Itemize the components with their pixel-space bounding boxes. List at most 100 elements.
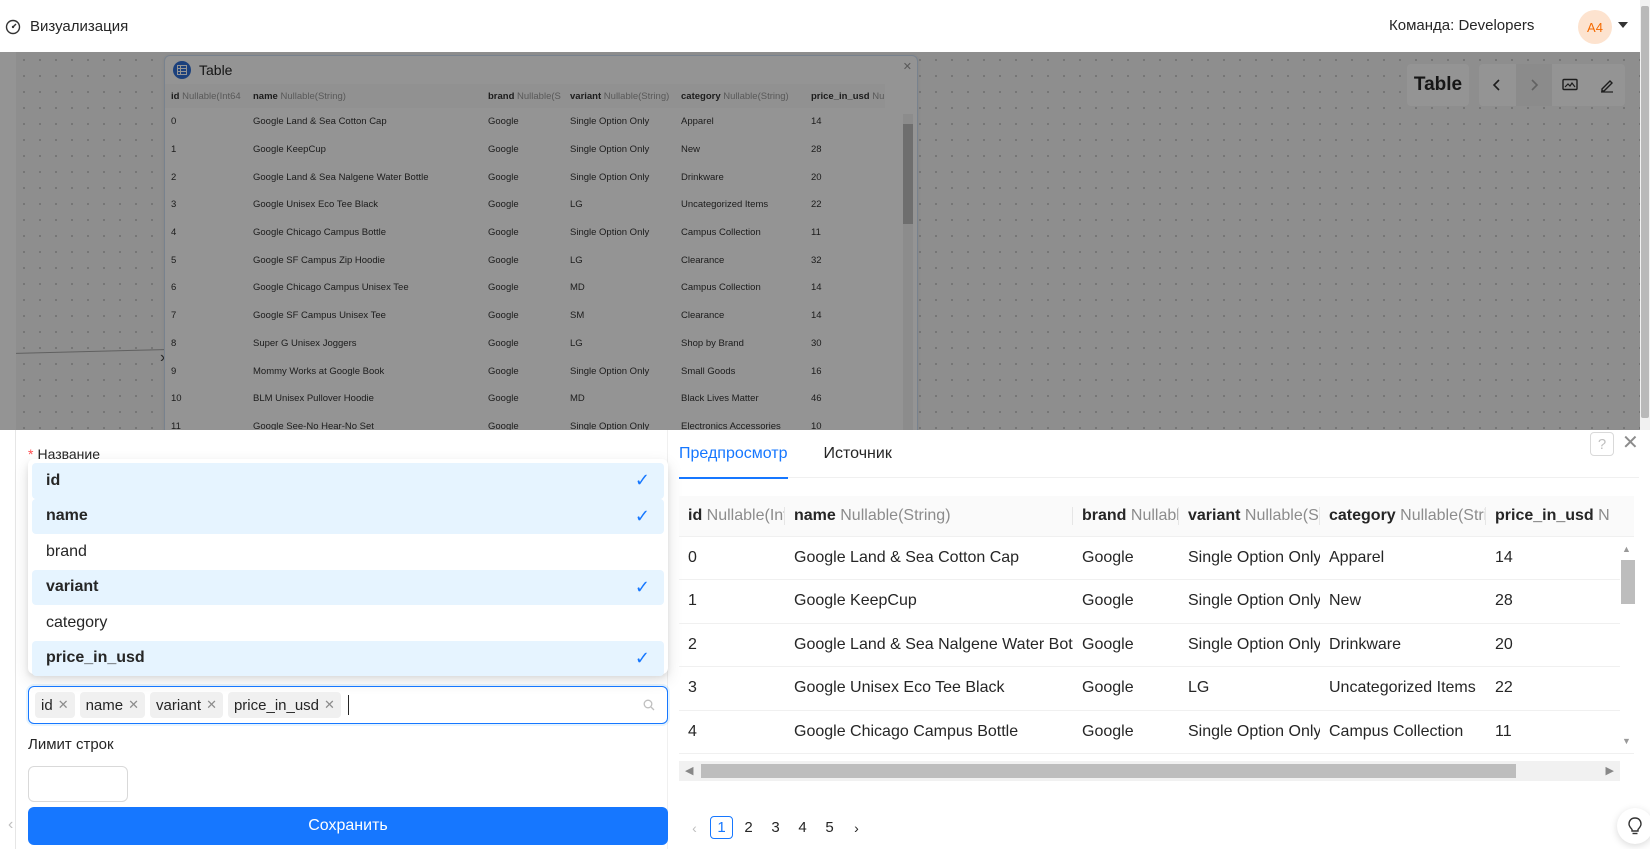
column-name: brand [1082,506,1127,524]
caret-down-icon[interactable] [1618,22,1628,28]
column-option[interactable]: category [32,605,664,641]
table-cell: Google KeepCup [785,579,1073,624]
column-option[interactable]: variant ✓ [32,569,664,605]
avatar[interactable]: A4 [1578,10,1612,44]
option-label: name [46,507,88,525]
table-cell: Google [1073,579,1179,624]
option-label: id [46,471,61,489]
collapse-left-icon[interactable]: ‹ [8,816,13,834]
table-cell: Uncategorized Items [1320,666,1486,711]
scroll-up-icon[interactable]: ▲ [1622,544,1631,554]
column-name: name [794,506,836,524]
column-header: name Nullable(String) [785,496,1073,537]
column-option[interactable]: brand [32,534,664,570]
preview-hscroll-thumb[interactable] [701,764,1516,778]
app-brand[interactable]: Визуализация [5,18,128,35]
save-button[interactable]: Сохранить [28,807,668,845]
table-row: 2 Google Land & Sea Nalgene Water Bottle G… [679,623,1634,667]
selected-column-tag: variant ✕ [150,692,223,718]
page-4[interactable]: 4 [791,816,814,839]
settings-drawer: * Название id ✓ name ✓ brand variant ✓ category p… [16,430,1650,849]
tab-1[interactable]: Источник [824,430,892,478]
column-option[interactable]: id ✓ [32,463,664,499]
preview-table: id Nullable(Int name Nullable(String) bran… [679,496,1634,754]
tag-label: id [41,696,53,714]
column-header: brand Nullable [1073,496,1179,537]
help-icon[interactable]: ? [1590,432,1614,456]
table-cell: 1 [679,579,785,624]
table-cell: New [1320,579,1486,624]
table-cell: Google Land & Sea Cotton Cap [785,536,1073,580]
preview-tabs: Предпросмотр Источник [679,430,1639,479]
page-3[interactable]: 3 [764,816,787,839]
preview-horizontal-scrollbar[interactable]: ◀ ▶ [679,761,1620,781]
table-cell: 22 [1486,666,1634,711]
preview-vscroll-thumb[interactable] [1621,560,1635,604]
selected-column-tag: id ✕ [35,692,75,718]
preview-vertical-scrollbar[interactable]: ▲ ▼ [1620,540,1636,748]
modal-mask[interactable] [0,52,1650,430]
selected-column-tag: name ✕ [79,692,146,718]
tag-label: variant [156,696,202,714]
search-icon [643,698,655,714]
row-limit-input[interactable] [28,766,128,802]
column-header: price_in_usd N [1486,496,1634,537]
preview-table-wrapper: id Nullable(Int name Nullable(String) bran… [679,496,1634,784]
option-label: category [46,613,108,631]
column-name: id [688,506,703,524]
tag-label: price_in_usd [233,696,320,714]
table-row: 4 Google Chicago Campus Bottle Google Singl… [679,710,1634,754]
close-icon[interactable]: ✕ [1622,430,1639,455]
table-cell: Single Option Only [1179,579,1320,624]
column-type: Nullable(Int [706,506,785,524]
table-cell: 2 [679,623,785,667]
table-cell: Google [1073,710,1179,754]
table-cell: Campus Collection [1320,710,1486,754]
column-header: id Nullable(Int [679,496,785,537]
check-icon: ✓ [634,647,650,668]
table-cell: 20 [1486,623,1634,667]
column-type: Nullable(String) [840,506,951,524]
table-cell: Google [1073,623,1179,667]
table-cell: Drinkware [1320,623,1486,667]
column-option[interactable]: name ✓ [32,498,664,534]
remove-tag-icon[interactable]: ✕ [128,697,139,713]
page-2[interactable]: 2 [737,816,760,839]
remove-tag-icon[interactable]: ✕ [206,697,217,713]
column-header: variant Nullable(Stri [1179,496,1320,537]
table-cell: Google [1073,536,1179,580]
app-title: Визуализация [30,18,129,35]
table-cell: Google Unisex Eco Tee Black [785,666,1073,711]
next-page-icon[interactable]: › [845,816,868,839]
remove-tag-icon[interactable]: ✕ [324,697,335,713]
column-type: Nullable [1130,506,1179,524]
selected-column-tag: price_in_usd ✕ [227,692,341,718]
table-cell: LG [1179,666,1320,711]
check-icon: ✓ [634,576,650,597]
tab-0[interactable]: Предпросмотр [679,430,788,479]
scroll-right-icon[interactable]: ▶ [1606,764,1614,777]
prev-page-icon[interactable]: ‹ [683,816,706,839]
text-cursor [347,695,349,715]
table-row: 0 Google Land & Sea Cotton Cap Google Singl… [679,536,1634,580]
column-type: Nullable(Stri [1244,506,1320,524]
page-scroll-thumb[interactable] [1641,6,1649,418]
columns-select[interactable]: id ✕ name ✕ variant ✕ price_in_usd ✕ [28,686,668,724]
top-bar: Визуализация Команда: Developers A4 [0,0,1650,52]
scroll-left-icon[interactable]: ◀ [685,764,693,777]
table-row: 1 Google KeepCup Google Single Option Only N… [679,579,1634,624]
remove-tag-icon[interactable]: ✕ [58,697,69,713]
table-cell: 14 [1486,536,1634,580]
team-selector[interactable]: Команда: Developers [1389,17,1534,34]
preview-panel: Предпросмотр Источник ? ✕ id Nullable(Int… [669,430,1650,849]
table-cell: Google [1073,666,1179,711]
page-scrollbar[interactable] [1640,0,1650,430]
scroll-down-icon[interactable]: ▼ [1622,736,1631,746]
table-cell: 4 [679,710,785,754]
lightbulb-icon[interactable] [1617,808,1650,844]
page-1[interactable]: 1 [710,816,733,839]
page-5[interactable]: 5 [818,816,841,839]
row-limit-label: Лимит строк [28,736,114,753]
column-option[interactable]: price_in_usd ✓ [32,640,664,676]
check-icon: ✓ [634,470,650,491]
